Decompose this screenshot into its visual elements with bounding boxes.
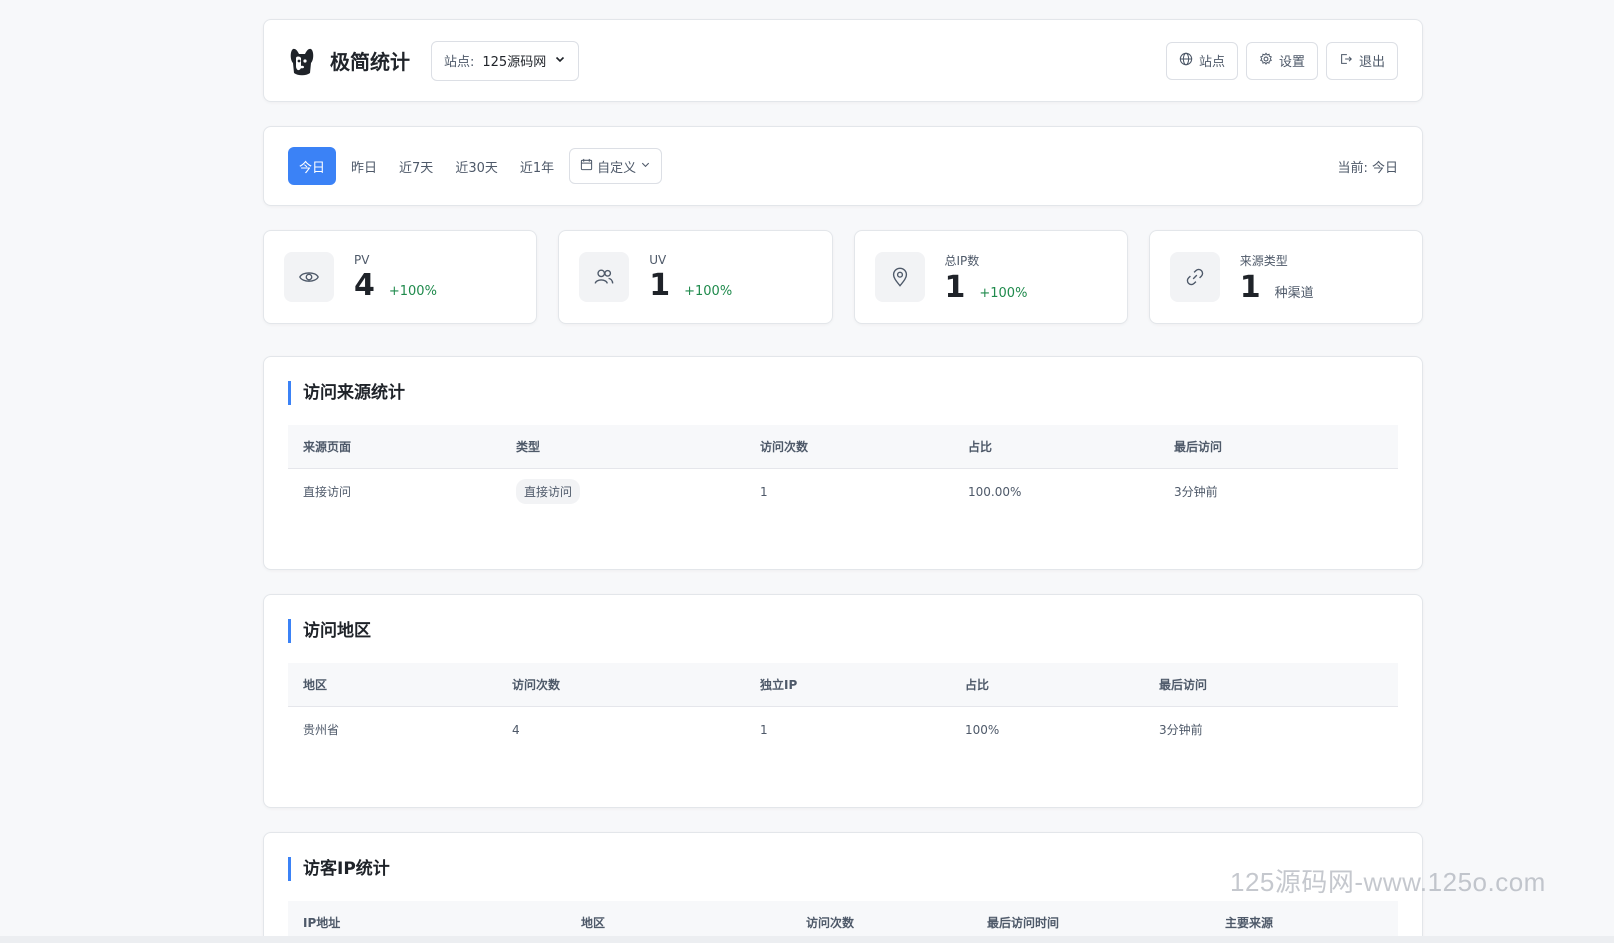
date-filter-bar: 今日 昨日 近7天 近30天 近1年 自定义 当前: 今日 — [263, 126, 1423, 206]
column-header: 占比 — [953, 425, 1159, 469]
table-cell: 3分钟前 — [1159, 723, 1203, 738]
source-stats-table: 来源页面 类型 访问次数 占比 最后访问 直接访问 直接访问 1 100.00%… — [288, 425, 1398, 515]
stat-value: 1 — [649, 268, 671, 303]
stats-row: PV 4 +100% UV 1 +100% 总IP数 1 +100% 来源类型 … — [263, 230, 1423, 324]
logout-icon — [1339, 52, 1353, 70]
table-row: 贵州省 4 1 100% 3分钟前 — [288, 706, 1398, 753]
stat-value: 1 — [944, 269, 966, 305]
column-header: 类型 — [501, 425, 745, 469]
stat-card-pv: PV 4 +100% — [263, 230, 538, 324]
source-stats-section: 访问来源统计 来源页面 类型 访问次数 占比 最后访问 直接访问 直接访问 1 … — [263, 356, 1423, 570]
table-row: 直接访问 直接访问 1 100.00% 3分钟前 — [288, 468, 1398, 515]
settings-button-label: 设置 — [1278, 55, 1305, 70]
column-header: 最后访问 — [1144, 663, 1398, 707]
eye-icon — [284, 252, 334, 302]
section-title: 访问来源统计 — [288, 381, 1398, 405]
gear-icon — [1259, 51, 1273, 70]
column-header: 访问次数 — [497, 663, 745, 707]
bottom-scrollbar[interactable] — [0, 936, 1614, 943]
table-cell: 100% — [965, 722, 1000, 737]
stat-value: 1 — [1239, 269, 1261, 305]
table-header-row: 来源页面 类型 访问次数 占比 最后访问 — [288, 425, 1398, 469]
table-cell: 100.00% — [968, 484, 1022, 499]
settings-button[interactable]: 设置 — [1245, 41, 1318, 80]
table-cell: 3分钟前 — [1174, 485, 1218, 500]
logout-button-label: 退出 — [1358, 55, 1385, 70]
column-header: 地区 — [288, 663, 497, 707]
link-icon — [1169, 252, 1220, 302]
tab-last-7-days[interactable]: 近7天 — [388, 147, 444, 185]
site-selector[interactable]: 站点: 125源码网 — [431, 40, 580, 81]
source-type-tag: 直接访问 — [516, 479, 581, 505]
region-stats-table: 地区 访问次数 独立IP 占比 最后访问 贵州省 4 1 100% 3分钟前 — [288, 663, 1398, 753]
stat-change: +100% — [684, 284, 733, 299]
section-title: 访问地区 — [288, 619, 1398, 643]
dog-logo-icon — [288, 45, 316, 77]
current-range-text: 当前: 今日 — [1337, 160, 1398, 176]
logout-button[interactable]: 退出 — [1325, 41, 1398, 80]
app-title: 极简统计 — [330, 50, 410, 74]
top-header: 极简统计 站点: 125源码网 站点 设置 退出 — [263, 19, 1423, 102]
users-icon — [579, 252, 630, 302]
table-cell: 1 — [760, 484, 768, 499]
custom-range-button[interactable]: 自定义 — [569, 148, 663, 184]
chevron-down-icon — [554, 53, 566, 69]
column-header: 访问次数 — [745, 425, 953, 469]
stat-label: PV — [354, 253, 370, 267]
table-header-row: 地区 访问次数 独立IP 占比 最后访问 — [288, 663, 1398, 707]
stat-change: +100% — [388, 284, 437, 299]
watermark: 125源码网-www.125o.com — [1230, 867, 1546, 897]
stat-card-source-types: 来源类型 1 种渠道 — [1148, 230, 1423, 324]
column-header: 独立IP — [745, 663, 950, 707]
location-pin-icon — [874, 252, 925, 302]
tab-last-30-days[interactable]: 近30天 — [444, 147, 509, 185]
tab-yesterday[interactable]: 昨日 — [340, 147, 388, 185]
tab-today[interactable]: 今日 — [288, 147, 337, 185]
calendar-icon — [580, 158, 593, 175]
column-header: 最后访问 — [1159, 425, 1398, 469]
tab-last-year[interactable]: 近1年 — [509, 147, 565, 185]
stat-card-uv: UV 1 +100% — [558, 230, 833, 324]
table-cell: 1 — [760, 722, 768, 737]
custom-range-label: 自定义 — [597, 160, 637, 176]
site-value: 125源码网 — [482, 55, 547, 70]
column-header: 占比 — [950, 663, 1144, 707]
stat-unit: 种渠道 — [1274, 285, 1314, 301]
table-cell: 4 — [512, 722, 520, 737]
stat-change: +100% — [979, 285, 1028, 301]
sites-button-label: 站点 — [1198, 55, 1225, 70]
region-stats-section: 访问地区 地区 访问次数 独立IP 占比 最后访问 贵州省 4 1 100% 3… — [263, 594, 1423, 808]
column-header: 来源页面 — [288, 425, 501, 469]
dashboard: 极简统计 站点: 125源码网 站点 设置 退出 今日 昨日 近7天 近30天 … — [263, 19, 1423, 943]
stat-label: 总IP数 — [944, 253, 980, 268]
stat-value: 4 — [354, 268, 375, 303]
table-cell: 直接访问 — [303, 485, 352, 500]
chevron-down-icon — [640, 159, 651, 174]
header-actions: 站点 设置 退出 — [1165, 41, 1398, 80]
table-cell: 贵州省 — [303, 723, 340, 738]
globe-icon — [1179, 52, 1193, 70]
stat-label: 来源类型 — [1239, 253, 1288, 268]
stat-card-ip: 总IP数 1 +100% — [853, 230, 1128, 324]
stat-label: UV — [649, 253, 667, 267]
site-label: 站点: — [444, 55, 475, 70]
sites-button[interactable]: 站点 — [1165, 41, 1238, 80]
